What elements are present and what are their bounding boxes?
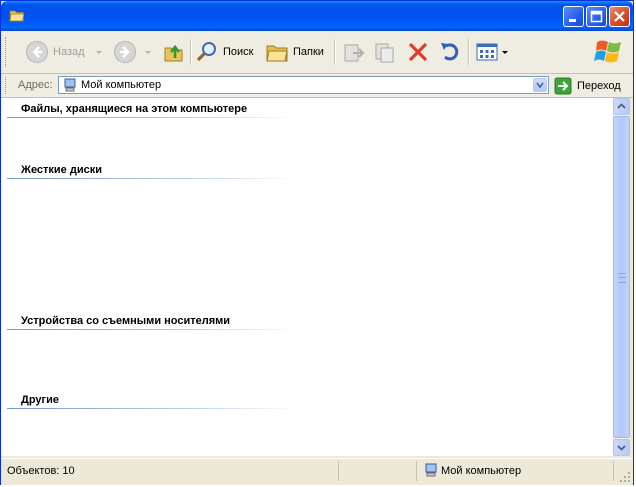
back-button[interactable]: Назад (25, 37, 104, 67)
my-computer-icon (64, 78, 76, 92)
close-icon (614, 11, 625, 22)
chevron-down-icon (536, 82, 544, 89)
move-to-icon (344, 44, 365, 62)
group-header-removable-storage: Устройства со съемными носителями (21, 315, 231, 327)
address-dropdown-button[interactable] (533, 78, 547, 92)
group-divider (7, 329, 297, 330)
go-arrow-icon (554, 77, 572, 94)
group-divider (7, 178, 297, 179)
toolbar-separator (468, 39, 470, 65)
forward-arrow-icon (114, 41, 136, 63)
forward-button[interactable] (113, 37, 153, 67)
scroll-up-button[interactable] (613, 98, 630, 115)
toolbar-grip[interactable] (5, 37, 9, 67)
address-input[interactable]: Мой компьютер (58, 76, 549, 94)
toolbar-separator (190, 39, 192, 65)
views-button[interactable] (475, 37, 509, 67)
status-pane-divider (338, 461, 339, 481)
chevron-down-icon (617, 445, 626, 451)
copy-to-button[interactable] (373, 37, 397, 67)
file-list-pane[interactable]: Файлы, хранящиеся на этом компьютере Жес… (1, 98, 613, 456)
delete-button[interactable] (406, 37, 430, 67)
toolbar-separator (334, 39, 336, 65)
status-pane-divider (613, 461, 614, 481)
go-label: Переход (577, 79, 621, 92)
go-button[interactable]: Переход (554, 76, 621, 95)
undo-button[interactable] (438, 37, 462, 67)
group-header-other: Другие (21, 394, 59, 406)
explorer-window: Назад Поиск Папки Адрес: Мой компьютер П… (0, 0, 634, 485)
scroll-grip-icon (618, 273, 626, 283)
my-computer-icon (425, 463, 437, 477)
delete-icon (408, 42, 428, 62)
address-value: Мой компьютер (81, 79, 162, 91)
folder-icon (9, 10, 25, 22)
standard-toolbar: Назад Поиск Папки (1, 31, 633, 74)
minimize-button[interactable] (563, 6, 584, 27)
windows-logo (594, 40, 621, 63)
folders-button[interactable]: Папки (265, 37, 324, 67)
move-to-button[interactable] (342, 37, 366, 67)
search-label: Поиск (223, 46, 254, 58)
chevron-down-icon (145, 51, 151, 54)
group-header-stored-files: Файлы, хранящиеся на этом компьютере (21, 103, 248, 115)
status-location: Мой компьютер (441, 465, 522, 477)
up-folder-icon (164, 44, 183, 62)
chevron-up-icon (617, 103, 626, 109)
copy-to-icon (375, 43, 394, 63)
vertical-scrollbar[interactable] (613, 98, 630, 456)
status-bar: Объектов: 10 Мой компьютер (1, 458, 633, 485)
status-pane-divider (416, 461, 417, 481)
back-label: Назад (53, 46, 85, 58)
title-bar[interactable] (1, 1, 633, 31)
search-button[interactable]: Поиск (195, 37, 253, 67)
group-header-hard-drives: Жесткие диски (21, 164, 102, 176)
address-bar-grip[interactable] (5, 77, 9, 94)
chevron-down-icon (502, 51, 508, 54)
group-divider (7, 408, 297, 409)
group-divider (7, 117, 297, 118)
scroll-thumb[interactable] (613, 116, 630, 438)
views-icon (476, 43, 498, 61)
folders-icon (266, 45, 288, 62)
back-arrow-icon (26, 41, 48, 63)
search-icon (196, 42, 216, 62)
maximize-icon (590, 10, 603, 23)
close-button[interactable] (609, 6, 630, 27)
maximize-button[interactable] (586, 6, 607, 27)
address-label: Адрес: (18, 79, 53, 91)
resize-grip-icon[interactable] (619, 471, 631, 483)
object-count: Объектов: 10 (7, 465, 75, 477)
up-folder-button[interactable] (162, 37, 186, 67)
scroll-down-button[interactable] (613, 439, 630, 456)
folders-label: Папки (293, 46, 324, 58)
undo-icon (441, 43, 459, 61)
address-bar: Адрес: Мой компьютер Переход (1, 74, 633, 98)
chevron-down-icon (95, 51, 102, 54)
minimize-icon (569, 19, 576, 22)
